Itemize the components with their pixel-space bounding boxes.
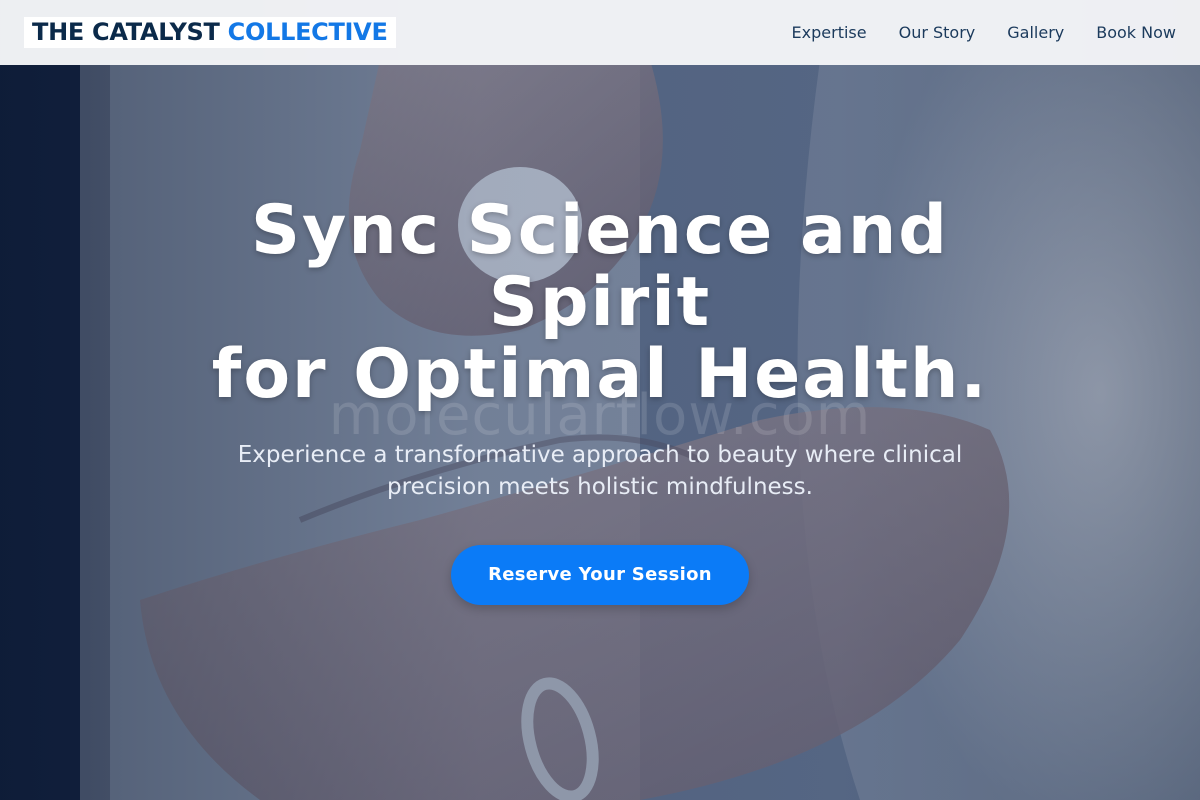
reserve-session-button[interactable]: Reserve Your Session: [451, 545, 749, 605]
hero-headline: Sync Science and Spirit for Optimal Heal…: [0, 195, 1200, 411]
main-nav: Expertise Our Story Gallery Book Now: [792, 23, 1176, 42]
nav-link-gallery[interactable]: Gallery: [1007, 23, 1064, 42]
brand-name-part2: COLLECTIVE: [227, 18, 388, 46]
nav-link-our-story[interactable]: Our Story: [899, 23, 976, 42]
headline-line-1: Sync Science and: [251, 191, 949, 270]
nav-link-expertise[interactable]: Expertise: [792, 23, 867, 42]
brand-name-part1: THE CATALYST: [32, 18, 220, 46]
hero-subtitle: Experience a transformative approach to …: [237, 442, 963, 500]
brand-logo[interactable]: THE CATALYST COLLECTIVE: [24, 17, 396, 48]
headline-line-3: for Optimal Health.: [211, 335, 989, 414]
nav-link-book-now[interactable]: Book Now: [1096, 23, 1176, 42]
headline-line-2: Spirit: [488, 263, 712, 342]
hero-content: Sync Science and Spirit for Optimal Heal…: [0, 195, 1200, 605]
top-navbar: THE CATALYST COLLECTIVE Expertise Our St…: [0, 0, 1200, 65]
